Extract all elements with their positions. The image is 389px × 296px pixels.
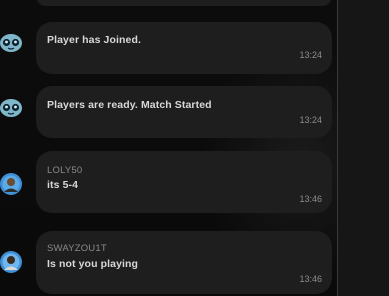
alien-bot-avatar[interactable] [0, 32, 22, 54]
alien-bot-avatar[interactable] [0, 97, 22, 119]
alien-icon [0, 34, 22, 52]
message-username[interactable]: SWAYZOU1T [47, 243, 107, 254]
right-side-panel [338, 0, 389, 296]
chat-message: SWAYZOU1T Is not you playing 13:46 [0, 231, 337, 294]
user-avatar-swayzou1t[interactable] [0, 251, 22, 273]
message-text: its 5-4 [47, 179, 79, 191]
chat-message: Players are ready. Match Started 13:24 [0, 86, 337, 138]
message-text: Is not you playing [47, 258, 139, 270]
message-bubble: SWAYZOU1T Is not you playing 13:46 [36, 231, 332, 294]
message-time: 13:46 [299, 274, 322, 284]
message-bubble: Players are ready. Match Started 13:24 [36, 86, 332, 138]
user-avatar-loly50[interactable] [0, 173, 22, 195]
message-time: 13:24 [299, 50, 322, 60]
user-avatar-icon [0, 173, 22, 195]
message-time: 13:24 [299, 115, 322, 125]
chat-message: LOLY50 its 5-4 13:46 [0, 151, 337, 213]
message-text: Players are ready. Match Started [47, 99, 212, 111]
message-text: Player has Joined. [47, 34, 142, 46]
previous-message-bubble [36, 0, 332, 6]
message-username[interactable]: LOLY50 [47, 165, 82, 176]
message-bubble: LOLY50 its 5-4 13:46 [36, 151, 332, 213]
chat-screen: Player has Joined. 13:24 Players are rea… [0, 0, 389, 296]
message-bubble: Player has Joined. 13:24 [36, 22, 332, 74]
chat-message: Player has Joined. 13:24 [0, 22, 337, 74]
alien-icon [0, 99, 22, 117]
message-time: 13:46 [299, 194, 322, 204]
user-avatar-icon [0, 251, 22, 273]
